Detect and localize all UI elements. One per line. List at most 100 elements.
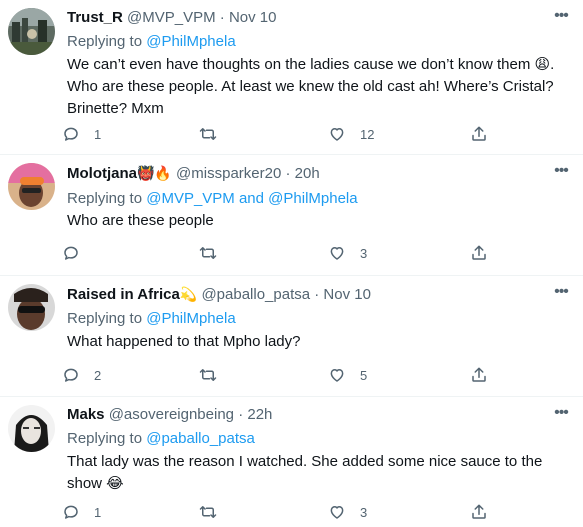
heart-icon [330,369,344,382]
separator-dot: · [314,286,320,303]
like-count: 3 [360,245,368,261]
reply-button[interactable] [62,242,94,264]
replying-to-label: Replying to [67,310,143,327]
separator-dot: · [285,165,291,182]
like-button[interactable]: 3 [328,242,367,264]
more-horizontal-icon[interactable]: ••• [551,405,571,425]
timestamp[interactable]: Nov 10 [229,9,277,26]
share-icon [472,367,486,382]
share-button[interactable] [470,501,488,523]
tweet-header: Molotjana👹🔥 @missparker20 · 20h [67,163,320,184]
tweet[interactable]: Raised in Africa💫 @paballo_patsa · Nov 1… [0,276,583,397]
reply-bubble-icon [64,246,78,260]
timestamp[interactable]: Nov 10 [323,286,371,303]
more-horizontal-icon[interactable]: ••• [551,8,571,28]
more-horizontal-icon[interactable]: ••• [551,284,571,304]
replying-to-link[interactable]: @PhilMphela [146,310,235,327]
tweet-text: Who are these people [67,210,567,232]
tweet-text-line: That lady was the reason I watched. She … [67,453,543,470]
display-name[interactable]: Maks [67,406,105,423]
action-bar: 1 3 [62,501,502,523]
more-horizontal-icon[interactable]: ••• [551,163,571,183]
heart-icon [330,506,344,519]
user-handle[interactable]: @asovereignbeing [109,406,234,423]
reply-count: 2 [94,367,102,383]
replying-to-label: Replying to [67,430,143,447]
display-name[interactable]: Molotjana [67,165,137,182]
replying-to: Replying to @paballo_patsa [67,429,255,449]
share-icon [472,126,486,141]
tweet-text-line: What happened to that Mpho lady? [67,333,301,350]
share-button[interactable] [470,364,488,386]
timestamp[interactable]: 20h [295,165,320,182]
reply-count: 1 [94,504,102,520]
tweet-text: We can’t even have thoughts on the ladie… [67,54,567,120]
timestamp[interactable]: 22h [247,406,272,423]
retweet-icon [199,506,217,518]
tweet-text-line: Brinette? Mxm [67,100,164,117]
avatar[interactable] [8,284,55,331]
retweet-button[interactable] [199,123,217,145]
separator-dot: · [219,9,225,26]
replying-to: Replying to @PhilMphela [67,309,236,329]
user-handle[interactable]: @missparker20 [176,165,281,182]
like-button[interactable]: 3 [328,501,367,523]
avatar[interactable] [8,163,55,210]
replying-to-label: Replying to [67,33,143,50]
retweet-button[interactable] [199,364,217,386]
replying-to-link[interactable]: @paballo_patsa [146,430,255,447]
action-bar: 1 12 [62,123,502,145]
retweet-icon [199,247,217,259]
replying-to-link[interactable]: @MVP_VPM and @PhilMphela [146,190,357,207]
share-button[interactable] [470,123,488,145]
replying-to-label: Replying to [67,190,143,207]
like-count: 5 [360,367,368,383]
heart-icon [330,247,344,260]
tweet-text-line: Who are these people [67,212,214,229]
name-emoji: 👹🔥 [137,165,172,181]
tweet-header: Maks @asovereignbeing · 22h [67,405,272,425]
user-handle[interactable]: @paballo_patsa [201,286,310,303]
replying-to-link[interactable]: @PhilMphela [146,33,235,50]
user-handle[interactable]: @MVP_VPM [127,9,216,26]
share-button[interactable] [470,242,488,264]
tweet-text: What happened to that Mpho lady? [67,331,567,353]
avatar[interactable] [8,8,55,55]
avatar[interactable] [8,405,55,452]
like-button[interactable]: 5 [328,364,367,386]
action-bar: 3 [62,242,502,264]
separator-dot: · [238,406,244,423]
reply-feed: Trust_R @MVP_VPM · Nov 10 ••• Replying t… [0,0,583,527]
replying-to: Replying to @MVP_VPM and @PhilMphela [67,189,358,209]
tweet-text-line: We can’t even have thoughts on the ladie… [67,56,555,73]
tweet-header: Raised in Africa💫 @paballo_patsa · Nov 1… [67,284,371,305]
replying-to: Replying to @PhilMphela [67,32,236,52]
like-count: 3 [360,504,368,520]
tweet[interactable]: Molotjana👹🔥 @missparker20 · 20h ••• Repl… [0,155,583,276]
retweet-button[interactable] [199,501,217,523]
reply-button[interactable]: 1 [62,123,101,145]
retweet-icon [199,128,217,140]
like-button[interactable]: 12 [328,123,374,145]
retweet-button[interactable] [199,242,217,264]
reply-count: 1 [94,126,102,142]
tweet[interactable]: Trust_R @MVP_VPM · Nov 10 ••• Replying t… [0,0,583,155]
tweet-text-line: show 😂 [67,475,124,492]
display-name[interactable]: Trust_R [67,9,123,26]
reply-bubble-icon [64,505,78,519]
tweet-text: That lady was the reason I watched. She … [67,451,567,495]
tweet[interactable]: Maks @asovereignbeing · 22h ••• Replying… [0,397,583,527]
share-icon [472,504,486,519]
share-icon [472,245,486,260]
tweet-header: Trust_R @MVP_VPM · Nov 10 [67,8,277,28]
heart-icon [330,128,344,141]
like-count: 12 [360,126,375,142]
reply-button[interactable]: 1 [62,501,101,523]
reply-bubble-icon [64,368,78,382]
reply-bubble-icon [64,127,78,141]
reply-button[interactable]: 2 [62,364,101,386]
display-name[interactable]: Raised in Africa [67,286,180,303]
tweet-text-line: Who are these people. At least we knew t… [67,78,554,95]
name-emoji: 💫 [179,286,198,302]
action-bar: 2 5 [62,364,502,386]
